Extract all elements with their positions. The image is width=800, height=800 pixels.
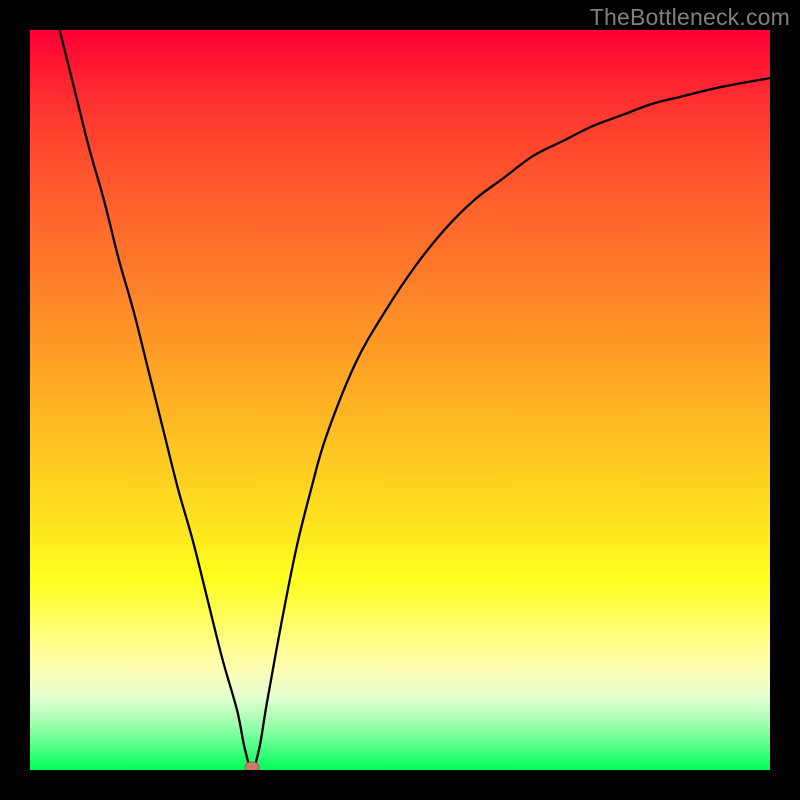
watermark-text: TheBottleneck.com	[590, 4, 790, 31]
minimum-marker	[245, 762, 259, 770]
chart-frame: TheBottleneck.com	[0, 0, 800, 800]
bottleneck-curve-svg	[30, 30, 770, 770]
plot-area	[30, 30, 770, 770]
bottleneck-curve-path	[60, 30, 770, 770]
